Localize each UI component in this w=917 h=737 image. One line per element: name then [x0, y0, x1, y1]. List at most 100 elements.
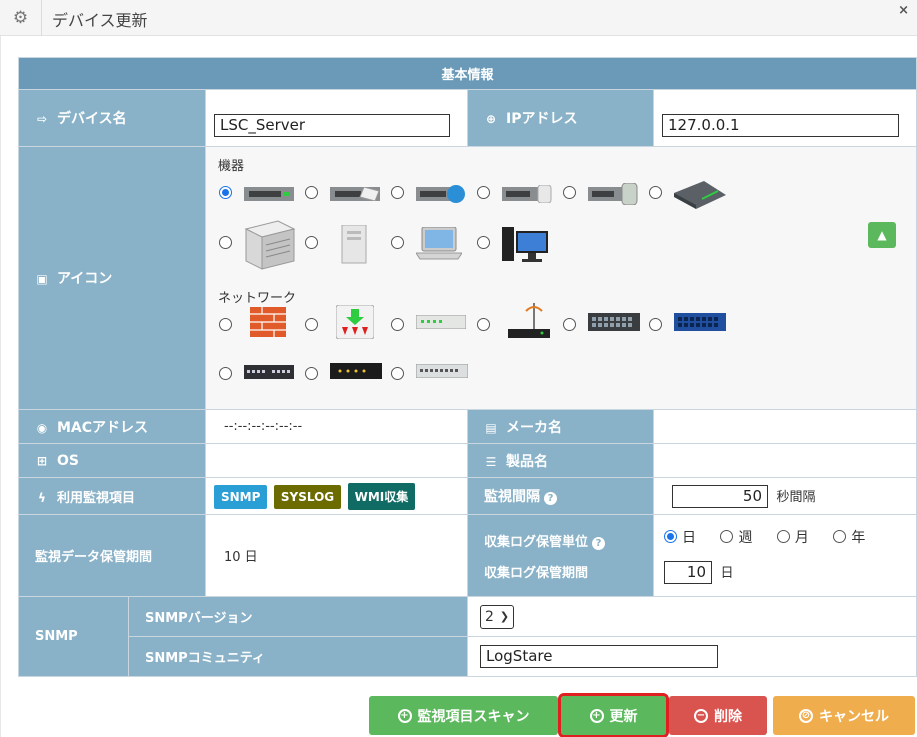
unit-year-radio[interactable]: 年: [833, 527, 865, 547]
blade-server-icon: [674, 181, 726, 209]
icon-label: ▣ アイコン: [18, 146, 206, 410]
windows-icon: ⊞: [36, 453, 48, 468]
device-name-cell: LSC_Server: [205, 89, 468, 147]
icon-radio[interactable]: [305, 186, 318, 199]
network-group-label: ネットワーク: [218, 291, 297, 306]
scan-button[interactable]: + 監視項目スキャン: [369, 696, 558, 735]
unit-month-radio[interactable]: 月: [776, 527, 809, 547]
icon-radio[interactable]: [563, 318, 576, 331]
tag-icon: ⇨: [36, 112, 48, 126]
ip-cell: 127.0.0.1: [652, 89, 917, 147]
equipment-group-label: 機器: [218, 159, 245, 174]
snmp-badge[interactable]: SNMP: [214, 484, 268, 509]
unit-day-radio[interactable]: 日: [664, 527, 696, 547]
collapse-up-button[interactable]: ▲: [868, 222, 897, 248]
server-mail-icon: [330, 187, 380, 201]
patch-panel-icon: [244, 365, 294, 379]
server-globe-icon: [416, 185, 465, 203]
retention-label: 監視データ保管期間: [18, 514, 206, 597]
desktop-pc-icon: [502, 227, 548, 262]
device-name-input[interactable]: LSC_Server: [214, 113, 450, 137]
icon-radio[interactable]: [391, 186, 404, 199]
monitoring-badges: SNMP SYSLOG WMI収集: [205, 477, 468, 515]
close-icon[interactable]: ×: [898, 3, 909, 18]
icon-radio[interactable]: [563, 186, 576, 199]
product-value: [652, 443, 917, 478]
icon-radio[interactable]: [649, 318, 662, 331]
mac-value: --:--:--:--:--:--: [205, 409, 468, 444]
log-unit-cell: 日 週 月 年 10 日: [652, 514, 917, 597]
icon-picker: 機器 ▲ ネットワーク: [206, 147, 917, 409]
bolt-icon: ϟ: [38, 490, 46, 505]
icon-picker-cell: 機器 ▲ ネットワーク: [204, 146, 917, 410]
device-form: 基本情報 ⇨ デバイス名 LSC_Server ⊕ IPアドレス 127.0.0.1…: [17, 57, 917, 677]
ban-icon: ⊘: [799, 708, 813, 723]
wireless-router-icon: [508, 303, 550, 338]
ip-input[interactable]: 127.0.0.1: [662, 113, 899, 137]
pc-tower-icon: [341, 225, 367, 264]
server-disk-icon: [502, 185, 552, 203]
chevron-down-icon: ❯: [499, 610, 510, 623]
icon-radio[interactable]: [649, 186, 662, 199]
retention-value: 10 日: [205, 514, 468, 597]
icon-radio[interactable]: [391, 367, 404, 380]
plus-circle-icon: +: [589, 708, 604, 723]
icon-radio[interactable]: [391, 318, 404, 331]
snmp-label: SNMP: [18, 596, 129, 677]
plus-circle-icon: +: [397, 708, 412, 723]
delete-button[interactable]: − 削除: [669, 696, 767, 735]
icon-radio[interactable]: [305, 367, 318, 380]
log-period-label: 収集ログ保管期間: [484, 565, 589, 581]
interval-cell: 50 秒間隔: [652, 477, 917, 515]
os-label: ⊞ OS: [18, 443, 206, 478]
os-value: [205, 443, 468, 478]
icon-radio[interactable]: [219, 186, 232, 199]
log-period-input[interactable]: 10: [664, 561, 712, 585]
wmi-badge[interactable]: WMI収集: [347, 482, 416, 510]
maker-value: [652, 409, 917, 444]
icon-radio[interactable]: [477, 186, 490, 199]
modem-icon: [330, 363, 382, 379]
switch-black-icon: [588, 313, 640, 331]
icon-radio[interactable]: [219, 318, 232, 331]
image-icon: ▣: [36, 272, 48, 286]
snmp-version-cell: 2 ❯: [466, 596, 917, 637]
unit-week-radio[interactable]: 週: [720, 527, 752, 547]
interval-input[interactable]: 50: [672, 484, 768, 508]
icon-radio[interactable]: [477, 236, 490, 249]
icon-radio[interactable]: [305, 236, 318, 249]
log-period-unit: 日: [720, 566, 734, 582]
dialog-titlebar: ⚙ デバイス更新 ×: [0, 0, 917, 36]
hub-icon: [416, 315, 466, 329]
monitoring-label: ϟ 利用監視項目: [18, 477, 206, 515]
gear-icon[interactable]: ⚙: [0, 0, 42, 36]
minus-circle-icon: −: [694, 708, 708, 723]
help-icon[interactable]: ?: [592, 536, 606, 550]
icon-radio[interactable]: [391, 236, 404, 249]
snmp-version-label: SNMPバージョン: [128, 596, 468, 637]
icon-radio[interactable]: [219, 367, 232, 380]
syslog-badge[interactable]: SYSLOG: [273, 484, 342, 509]
building-icon: ▤: [485, 420, 497, 435]
log-unit-label: 収集ログ保管単位? 収集ログ保管期間: [467, 514, 654, 597]
section-header: 基本情報: [17, 57, 917, 90]
icon-radio[interactable]: [219, 236, 232, 249]
mac-label: ◉ MACアドレス: [18, 409, 206, 444]
help-icon[interactable]: ?: [544, 492, 557, 505]
snmp-community-input[interactable]: LogStare: [480, 645, 718, 668]
icon-radio[interactable]: [477, 318, 490, 331]
device-name-label: ⇨ デバイス名: [18, 89, 206, 147]
update-button[interactable]: + 更新: [558, 693, 669, 737]
dialog-title: デバイス更新: [52, 11, 148, 30]
interval-unit: 秒間隔: [776, 489, 816, 505]
cancel-button[interactable]: ⊘ キャンセル: [773, 696, 915, 735]
snmp-community-label: SNMPコミュニティ: [128, 636, 468, 677]
globe-icon: ⊕: [485, 112, 497, 126]
maker-label: ▤ メーカ名: [467, 409, 654, 444]
snmp-version-select[interactable]: 2 ❯: [480, 604, 515, 629]
list-icon: ☰: [485, 454, 497, 469]
switch-gray-icon: [416, 364, 468, 378]
router-arrows-icon: [336, 305, 374, 339]
snmp-community-cell: LogStare: [466, 636, 917, 677]
icon-radio[interactable]: [305, 318, 318, 331]
